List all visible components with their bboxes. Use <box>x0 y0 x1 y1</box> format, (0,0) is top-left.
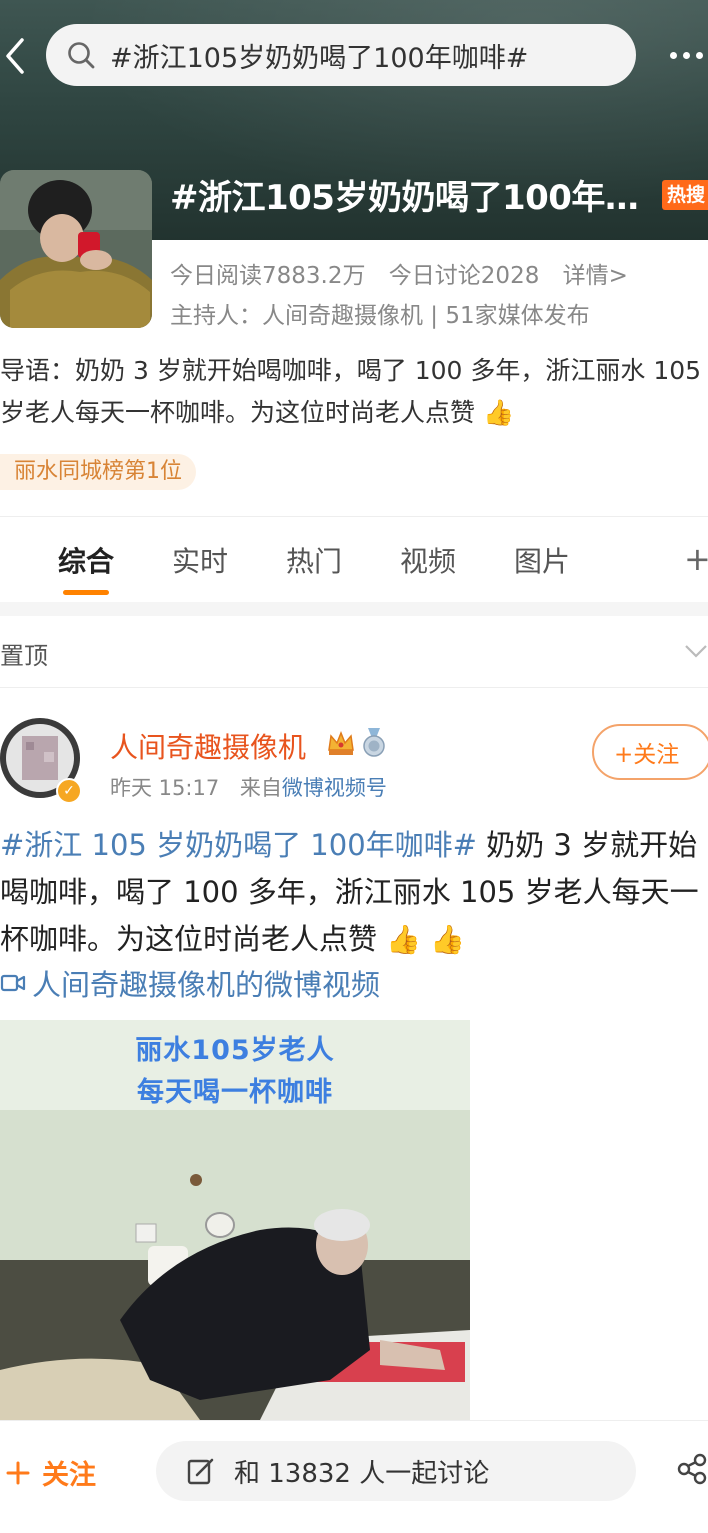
section-divider <box>0 602 708 616</box>
plus-icon <box>6 1461 30 1484</box>
more-icon <box>669 51 677 59</box>
bottom-follow-label: 关注 <box>42 1460 96 1491</box>
discuss-label: 和 13832 人一起讨论 <box>234 1458 490 1489</box>
thumbs-up-emoji: 👍 👍 <box>386 923 465 956</box>
video-caption-line-1: 丽水105岁老人 <box>135 1035 335 1066</box>
pinned-row[interactable]: 置顶 <box>0 616 708 688</box>
back-button[interactable] <box>0 36 30 76</box>
pinned-label: 置顶 <box>0 642 48 670</box>
source-prefix: 来自 <box>239 776 282 800</box>
bottom-follow-button[interactable]: 关注 <box>6 1453 96 1492</box>
author-name[interactable]: 人间奇趣摄像机 <box>110 726 306 766</box>
rank-tag[interactable]: 丽水同城榜第1位 <box>0 454 196 490</box>
tab-images[interactable]: 图片 <box>514 540 570 580</box>
post-text: #浙江 105 岁奶奶喝了 100年咖啡# 奶奶 3 岁就开始喝咖啡，喝了 10… <box>0 822 708 963</box>
tab-video[interactable]: 视频 <box>400 540 456 580</box>
topic-header: #浙江105岁奶奶喝了100年咖啡# #浙江105岁奶奶喝了100年… 热搜 今… <box>0 0 708 350</box>
tab-add-button[interactable]: + <box>684 540 708 578</box>
post-time: 昨天 15:17 <box>110 776 220 800</box>
more-button[interactable] <box>664 40 708 70</box>
topic-stats: 今日阅读7883.2万 今日讨论2028 详情> <box>170 256 644 290</box>
active-tab-indicator <box>63 590 109 595</box>
search-query: #浙江105岁奶奶喝了100年咖啡# <box>110 42 529 74</box>
topic-intro: 导语：奶奶 3 岁就开始喝咖啡，喝了 100 多年，浙江丽水 105 岁老人每天… <box>0 356 702 427</box>
bottom-bar: 关注 和 13832 人一起讨论 <box>0 1420 708 1533</box>
crown-icon <box>328 730 354 755</box>
share-icon[interactable] <box>676 1453 708 1485</box>
tab-realtime[interactable]: 实时 <box>172 540 228 580</box>
tab-hot[interactable]: 热门 <box>286 540 342 580</box>
discussion-count: 今日讨论2028 <box>388 263 540 289</box>
video-player[interactable]: 丽水105岁老人 每天喝一杯咖啡 <box>0 1020 470 1420</box>
video-caption-line-2: 每天喝一杯咖啡 <box>137 1077 333 1108</box>
chevron-down-icon <box>685 645 707 658</box>
edit-icon <box>187 1458 214 1485</box>
topic-title: #浙江105岁奶奶喝了100年… <box>170 178 639 218</box>
follow-button[interactable]: +关注 <box>592 724 708 780</box>
post-meta: 昨天 15:17 来自微博视频号 <box>110 772 387 802</box>
medal-icon <box>363 728 385 757</box>
video-link[interactable]: 人间奇趣摄像机的微博视频 <box>0 962 380 1004</box>
hot-badge: 热搜 <box>662 180 708 210</box>
search-icon <box>64 38 98 72</box>
back-icon <box>6 38 24 74</box>
post-hashtag[interactable]: #浙江 105 岁奶奶喝了 100年咖啡# <box>0 828 477 862</box>
tab-comprehensive[interactable]: 综合 <box>58 540 114 580</box>
details-link[interactable]: 详情> <box>563 263 628 289</box>
post-source[interactable]: 微博视频号 <box>282 776 387 800</box>
search-bar[interactable]: #浙江105岁奶奶喝了100年咖啡# <box>46 24 636 86</box>
video-link-text: 人间奇趣摄像机的微博视频 <box>32 968 381 1002</box>
verified-icon: ✓ <box>56 778 82 804</box>
video-icon <box>0 974 26 992</box>
topic-host[interactable]: 主持人：人间奇趣摄像机 | 51家媒体发布 <box>170 296 590 330</box>
read-count: 今日阅读7883.2万 <box>170 263 366 289</box>
topic-cover-image[interactable] <box>0 170 152 328</box>
discuss-button[interactable]: 和 13832 人一起讨论 <box>156 1441 636 1501</box>
